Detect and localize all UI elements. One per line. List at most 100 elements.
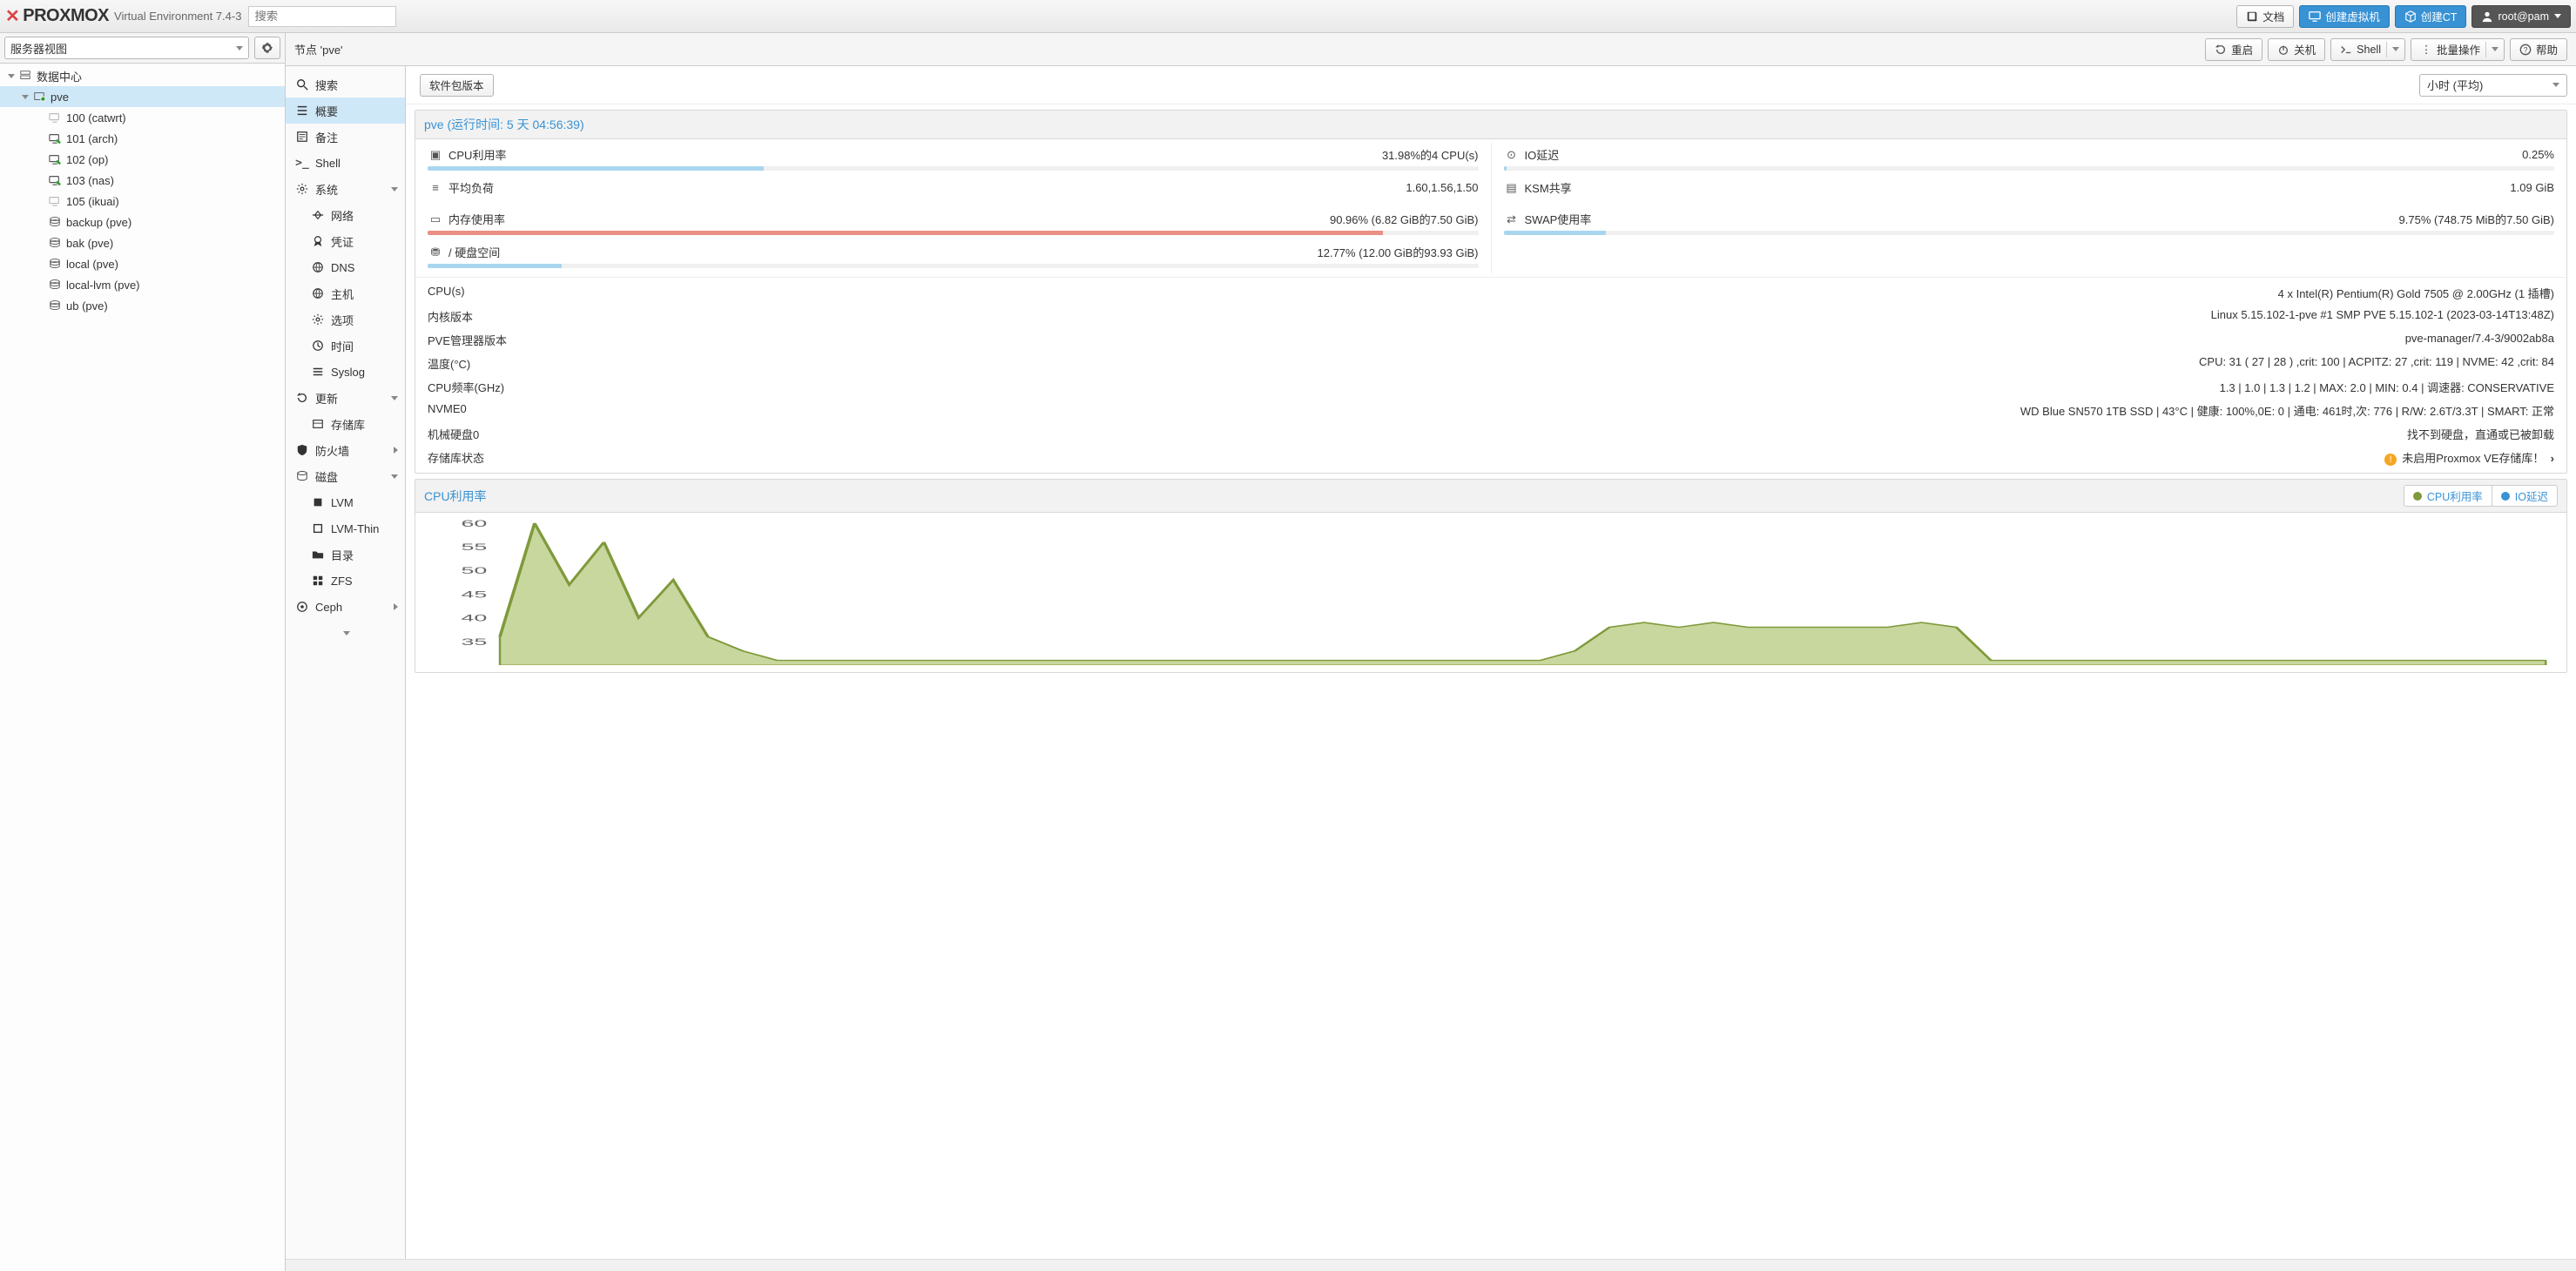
create-vm-button[interactable]: 创建虚拟机 bbox=[2299, 5, 2390, 28]
folder-icon bbox=[310, 548, 326, 561]
nav-备注[interactable]: 备注 bbox=[286, 124, 405, 150]
tree-item[interactable]: local (pve) bbox=[0, 253, 285, 274]
time-range-select[interactable]: 小时 (平均) bbox=[2419, 74, 2567, 97]
breadcrumb: 节点 'pve' bbox=[294, 41, 343, 57]
tree-item[interactable]: 105 (ikuai) bbox=[0, 191, 285, 212]
nav-lvm-thin[interactable]: LVM-Thin bbox=[286, 515, 405, 541]
nav-dns[interactable]: DNS bbox=[286, 254, 405, 280]
tree-item-label: 101 (arch) bbox=[66, 132, 118, 145]
storage-icon bbox=[47, 237, 63, 249]
nav-label: 选项 bbox=[331, 312, 354, 328]
user-menu-button[interactable]: root@pam bbox=[2471, 5, 2571, 28]
pkg-versions-button[interactable]: 软件包版本 bbox=[420, 74, 494, 97]
legend-label: IO延迟 bbox=[2515, 488, 2548, 504]
gauge-label: SWAP使用率 bbox=[1525, 211, 1592, 227]
info-key: CPU(s) bbox=[428, 285, 550, 301]
nav-更新[interactable]: 更新 bbox=[286, 385, 405, 411]
info-row: 温度(°C)CPU: 31 ( 27 | 28 ) ,crit: 100 | A… bbox=[415, 352, 2566, 375]
info-key: 内核版本 bbox=[428, 308, 550, 325]
info-row[interactable]: 存储库状态!未启用Proxmox VE存储库！ › bbox=[415, 446, 2566, 469]
gauge-row: ▭内存使用率90.96% (6.82 GiB的7.50 GiB) bbox=[415, 207, 1491, 229]
nav-目录[interactable]: 目录 bbox=[286, 541, 405, 568]
nav-主机[interactable]: 主机 bbox=[286, 280, 405, 306]
nav-系统[interactable]: 系统 bbox=[286, 176, 405, 202]
resource-tree-panel: 服务器视图 数据中心 pve 100 (catw bbox=[0, 33, 286, 1271]
tree-settings-button[interactable] bbox=[254, 37, 280, 59]
tree-node-label: pve bbox=[51, 91, 69, 104]
nav-选项[interactable]: 选项 bbox=[286, 306, 405, 333]
info-key: NVME0 bbox=[428, 402, 550, 419]
clock-icon bbox=[310, 340, 326, 352]
vm-icon bbox=[47, 153, 63, 165]
gauge-value: 1.09 GiB bbox=[2510, 181, 2554, 194]
chevron-down-icon bbox=[2392, 47, 2399, 51]
nav-lvm[interactable]: LVM bbox=[286, 489, 405, 515]
log-icon bbox=[310, 366, 326, 378]
nav-ceph[interactable]: Ceph bbox=[286, 594, 405, 620]
vm-icon bbox=[47, 111, 63, 124]
shutdown-button[interactable]: 关机 bbox=[2268, 38, 2325, 61]
nav-存储库[interactable]: 存储库 bbox=[286, 411, 405, 437]
tree-node-pve[interactable]: pve bbox=[0, 86, 285, 107]
tree-item-label: bak (pve) bbox=[66, 237, 113, 250]
legend-item[interactable]: CPU利用率 bbox=[2404, 485, 2492, 507]
product-version: Virtual Environment 7.4-3 bbox=[114, 10, 241, 23]
tree-item[interactable]: 100 (catwrt) bbox=[0, 107, 285, 128]
nav-凭证[interactable]: 凭证 bbox=[286, 228, 405, 254]
help-button[interactable]: ? 帮助 bbox=[2510, 38, 2567, 61]
tree-datacenter[interactable]: 数据中心 bbox=[0, 65, 285, 86]
cpu-chart: 605550454035 bbox=[415, 516, 2566, 669]
nav-磁盘[interactable]: 磁盘 bbox=[286, 463, 405, 489]
bottom-scrollbar[interactable] bbox=[286, 1259, 2576, 1271]
docs-label: 文档 bbox=[2262, 8, 2284, 24]
gauge-row: ⇄SWAP使用率9.75% (748.75 MiB的7.50 GiB) bbox=[1492, 207, 2567, 229]
vm-icon bbox=[47, 195, 63, 207]
nav-防火墙[interactable]: 防火墙 bbox=[286, 437, 405, 463]
nav-shell[interactable]: >_Shell bbox=[286, 150, 405, 176]
nav-搜索[interactable]: 搜索 bbox=[286, 71, 405, 98]
note-icon bbox=[294, 131, 310, 143]
nav-网络[interactable]: 网络 bbox=[286, 202, 405, 228]
nav-collapse-button[interactable] bbox=[286, 620, 405, 646]
tree-item-label: backup (pve) bbox=[66, 216, 131, 229]
tree-item[interactable]: 101 (arch) bbox=[0, 128, 285, 149]
top-header: ✕ PROXMOX Virtual Environment 7.4-3 文档 创… bbox=[0, 0, 2576, 33]
svg-text:60: 60 bbox=[461, 520, 487, 528]
nav-概要[interactable]: 概要 bbox=[286, 98, 405, 124]
bulk-actions-label: 批量操作 bbox=[2437, 41, 2480, 57]
ceph-icon bbox=[294, 601, 310, 613]
nav-syslog[interactable]: Syslog bbox=[286, 359, 405, 385]
shell-dropdown-button[interactable]: Shell bbox=[2330, 38, 2405, 61]
info-row: 机械硬盘0找不到硬盘，直通或已被卸载 bbox=[415, 422, 2566, 446]
tree-item-label: local-lvm (pve) bbox=[66, 279, 140, 292]
search-input[interactable] bbox=[248, 6, 396, 27]
tree-item[interactable]: bak (pve) bbox=[0, 232, 285, 253]
bulk-actions-button[interactable]: ⋮ 批量操作 bbox=[2411, 38, 2505, 61]
shield-icon bbox=[294, 444, 310, 456]
resource-tree: 数据中心 pve 100 (catwrt)101 (arch)102 (op)1… bbox=[0, 64, 285, 1271]
tree-item[interactable]: 103 (nas) bbox=[0, 170, 285, 191]
chevron-down-icon bbox=[236, 46, 243, 50]
user-label: root@pam bbox=[2498, 10, 2549, 23]
nav-label: 搜索 bbox=[315, 77, 338, 93]
tree-item-label: 100 (catwrt) bbox=[66, 111, 126, 124]
reboot-button[interactable]: 重启 bbox=[2205, 38, 2262, 61]
tree-item[interactable]: local-lvm (pve) bbox=[0, 274, 285, 295]
tree-item[interactable]: 102 (op) bbox=[0, 149, 285, 170]
svg-text:?: ? bbox=[2524, 45, 2528, 54]
create-ct-button[interactable]: 创建CT bbox=[2395, 5, 2467, 28]
tree-item[interactable]: backup (pve) bbox=[0, 212, 285, 232]
tree-item[interactable]: ub (pve) bbox=[0, 295, 285, 316]
info-key: 存储库状态 bbox=[428, 449, 550, 466]
info-value: WD Blue SN570 1TB SSD | 43°C | 健康: 100%,… bbox=[550, 402, 2554, 419]
nav-时间[interactable]: 时间 bbox=[286, 333, 405, 359]
chart-title: CPU利用率 bbox=[424, 488, 487, 505]
nav-zfs[interactable]: ZFS bbox=[286, 568, 405, 594]
global-search bbox=[248, 6, 396, 27]
metric-icon: ▭ bbox=[428, 212, 443, 226]
gauge-label: IO延迟 bbox=[1525, 146, 1560, 163]
legend-item[interactable]: IO延迟 bbox=[2492, 485, 2558, 507]
legend-dot bbox=[2501, 492, 2510, 501]
docs-button[interactable]: 文档 bbox=[2236, 5, 2294, 28]
view-mode-select[interactable]: 服务器视图 bbox=[4, 37, 249, 59]
